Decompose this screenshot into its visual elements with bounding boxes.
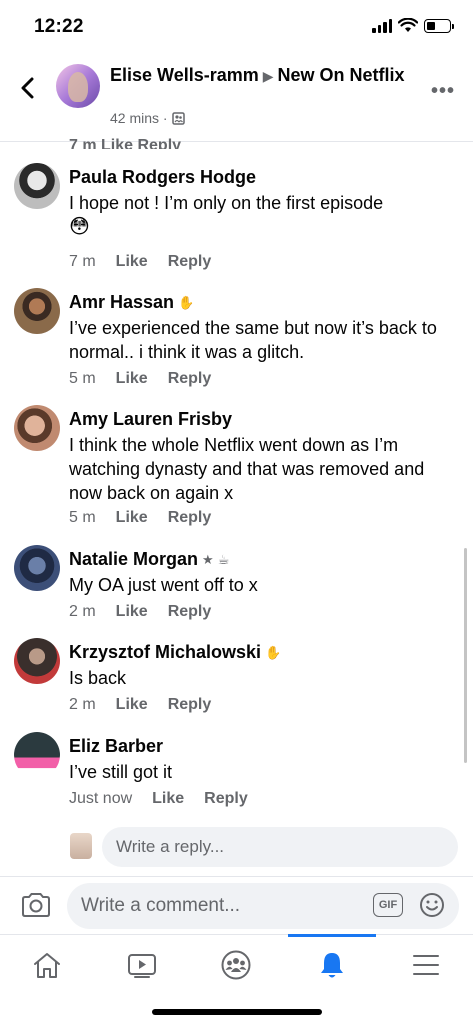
commenter-name[interactable]: Natalie Morgan ★ ☕: [69, 549, 229, 570]
arrow-icon: ▶: [262, 68, 274, 84]
comment-actions: 5 m Like Reply: [69, 509, 211, 527]
reply-button[interactable]: Reply: [168, 696, 212, 714]
cut-off-actions: 7 m Like Reply: [69, 137, 182, 149]
battery-icon: [424, 18, 454, 33]
comment-composer: Write a comment... GIF: [0, 876, 473, 934]
post-time: 42 mins ·: [110, 110, 168, 126]
comment-text: I’ve experienced the same but now it’s b…: [69, 318, 437, 362]
comment-actions: Just now Like Reply: [69, 790, 248, 808]
reply-button[interactable]: Reply: [168, 509, 212, 527]
tab-watch[interactable]: [122, 945, 162, 985]
current-user-avatar: [70, 833, 92, 859]
smiley-icon: [420, 893, 444, 917]
like-button[interactable]: Like: [116, 509, 148, 527]
coffee-badge-icon: ☕: [217, 551, 230, 567]
status-icons: [372, 18, 454, 33]
groups-icon: [221, 950, 251, 980]
comment-actions: 5 m Like Reply: [69, 370, 211, 388]
commenter-avatar[interactable]: [14, 638, 60, 684]
comment-text: I hope not ! I’m only on the first episo…: [69, 191, 459, 239]
status-bar: 12:22: [0, 0, 473, 52]
status-time: 12:22: [34, 16, 84, 37]
reply-button[interactable]: Reply: [204, 790, 248, 808]
comment-time: 7 m: [69, 253, 96, 270]
post-title[interactable]: Elise Wells-ramm ▶ New On Netflix: [110, 64, 410, 87]
post-header: Elise Wells-ramm ▶ New On Netflix 42 mins …: [0, 52, 473, 142]
like-button[interactable]: Like: [116, 253, 148, 271]
post-meta: 42 mins ·: [110, 110, 185, 126]
flushed-emoji: 😳: [69, 216, 90, 238]
cellular-signal-icon: [372, 18, 392, 33]
menu-icon: [413, 955, 439, 975]
reply-button[interactable]: Reply: [168, 370, 212, 388]
group-name[interactable]: New On Netflix: [278, 65, 405, 85]
reply-button[interactable]: Reply: [168, 603, 212, 621]
tab-home[interactable]: [27, 945, 67, 985]
comment-time: Just now: [69, 790, 133, 807]
comment-body: I hope not ! I’m only on the first episo…: [69, 193, 384, 213]
commenter-avatar[interactable]: [14, 545, 60, 591]
comment-text: Is back: [69, 668, 127, 688]
like-button[interactable]: Like: [116, 696, 148, 714]
author-avatar[interactable]: [56, 64, 100, 108]
back-button[interactable]: [14, 74, 42, 102]
reply-button[interactable]: Reply: [168, 253, 212, 271]
comment-text: I’ve still got it: [69, 762, 173, 782]
commenter-avatar[interactable]: [14, 288, 60, 334]
reply-row: Write a reply...: [0, 825, 473, 869]
tab-notifications[interactable]: [312, 945, 352, 985]
commenter-name[interactable]: Krzysztof Michalowski ✋: [69, 642, 281, 663]
reply-input[interactable]: Write a reply...: [102, 827, 458, 867]
comment-time: 5 m: [69, 509, 96, 526]
comment-text: My OA just went off to x: [69, 575, 258, 595]
comment-time: 2 m: [69, 603, 96, 620]
comment-actions: 2 m Like Reply: [69, 696, 211, 714]
chevron-left-icon: [21, 77, 34, 99]
emoji-button[interactable]: [419, 892, 445, 918]
commenter-name[interactable]: Amy Lauren Frisby: [69, 409, 232, 430]
comment-text: I think the whole Netflix went down as I…: [69, 435, 425, 503]
comment-time: 5 m: [69, 370, 96, 387]
commenter-name[interactable]: Paula Rodgers Hodge: [69, 167, 256, 188]
wifi-icon: [398, 18, 418, 32]
active-tab-indicator: [288, 934, 376, 937]
commenter-name-text[interactable]: Natalie Morgan: [69, 549, 198, 570]
commenter-name[interactable]: Amr Hassan ✋: [69, 292, 194, 313]
camera-icon: [22, 893, 50, 917]
video-icon: [128, 954, 156, 978]
home-indicator: [152, 1009, 322, 1015]
bottom-tab-bar: [0, 934, 473, 1024]
commenter-avatar[interactable]: [14, 163, 60, 209]
commenter-name-text[interactable]: Amr Hassan: [69, 292, 174, 313]
group-privacy-icon: [171, 111, 185, 125]
tab-menu[interactable]: [406, 945, 446, 985]
like-button[interactable]: Like: [116, 603, 148, 621]
gif-button[interactable]: GIF: [373, 893, 403, 917]
home-icon: [34, 953, 60, 978]
commenter-name-text[interactable]: Krzysztof Michalowski: [69, 642, 261, 663]
commenter-avatar[interactable]: [14, 405, 60, 451]
like-button[interactable]: Like: [152, 790, 184, 808]
like-button[interactable]: Like: [116, 370, 148, 388]
tab-groups[interactable]: [216, 945, 256, 985]
star-badge-icon: ★: [202, 551, 214, 567]
commenter-avatar[interactable]: [14, 732, 60, 778]
more-options-icon[interactable]: •••: [431, 80, 455, 103]
scrollbar[interactable]: [464, 548, 467, 763]
comment-time: 2 m: [69, 696, 96, 713]
wave-badge-icon: ✋: [178, 294, 195, 310]
author-name[interactable]: Elise Wells-ramm: [110, 65, 259, 85]
wave-badge-icon: ✋: [265, 644, 282, 660]
camera-button[interactable]: [20, 891, 52, 921]
comment-actions: 7 m Like Reply: [69, 253, 211, 271]
comment-actions: 2 m Like Reply: [69, 603, 211, 621]
commenter-name[interactable]: Eliz Barber: [69, 736, 163, 757]
bell-icon: [321, 953, 343, 978]
